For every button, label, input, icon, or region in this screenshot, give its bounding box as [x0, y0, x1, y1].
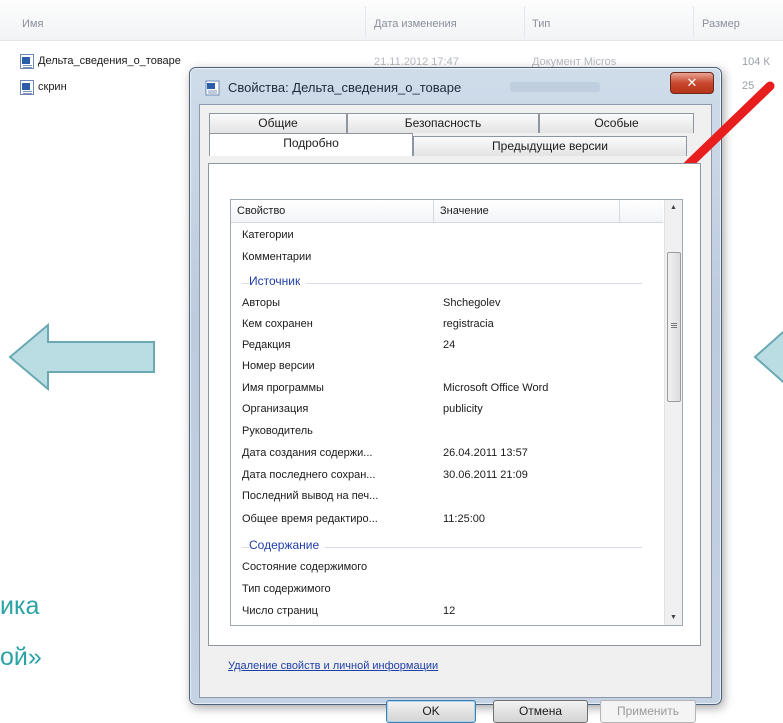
- vertical-scrollbar[interactable]: ▲ ▼: [664, 200, 682, 625]
- property-value: 12: [443, 605, 456, 617]
- property-name: Организация: [242, 403, 309, 415]
- tab-custom[interactable]: Особые: [539, 113, 694, 133]
- column-separator: [693, 6, 694, 38]
- column-type[interactable]: Тип: [532, 18, 550, 30]
- tab-security[interactable]: Безопасность: [347, 113, 539, 133]
- property-name: Авторы: [242, 297, 280, 309]
- header-value[interactable]: Значение: [440, 205, 489, 217]
- property-row[interactable]: Номер версии: [242, 358, 652, 376]
- property-row[interactable]: Категории: [242, 227, 652, 245]
- scroll-down-arrow-icon[interactable]: ▼: [670, 614, 677, 621]
- ok-button[interactable]: OK: [386, 700, 476, 723]
- property-value: registracia: [443, 318, 494, 330]
- word-document-icon: [20, 79, 34, 95]
- properties-dialog: Свойства: Дельта_сведения_о_товаре ✕ Общ…: [189, 67, 722, 723]
- property-value: 11:25:00: [443, 513, 486, 525]
- file-name: скрин: [38, 81, 67, 93]
- dialog-title: Свойства: Дельта_сведения_о_товаре: [228, 80, 462, 95]
- file-size: 25: [742, 80, 755, 92]
- property-row[interactable]: Последний вывод на печ...: [242, 488, 652, 506]
- group-source: Источник: [242, 272, 652, 290]
- property-name: Общее время редактиро...: [242, 513, 378, 525]
- property-name: Состояние содержимого: [242, 561, 368, 573]
- list-header: Свойство Значение: [231, 200, 663, 223]
- property-row[interactable]: Кем сохранен registracia: [242, 316, 652, 334]
- property-value: 26.04.2011 13:57: [443, 447, 528, 459]
- word-document-icon: [20, 53, 34, 69]
- dialog-client-area: Общие Безопасность Особые Подробно Преды…: [199, 104, 712, 723]
- tab-details[interactable]: Подробно: [209, 133, 413, 156]
- property-value: 24: [443, 339, 456, 351]
- column-date[interactable]: Дата изменения: [374, 18, 457, 30]
- scroll-grip-icon: [671, 323, 677, 324]
- property-name: Руководитель: [242, 425, 313, 437]
- title-bar-blur: [510, 82, 600, 92]
- tab-general[interactable]: Общие: [209, 113, 347, 133]
- scroll-up-arrow-icon[interactable]: ▲: [670, 204, 677, 211]
- group-label: Источник: [249, 274, 307, 288]
- column-name[interactable]: Имя: [22, 18, 43, 30]
- property-row[interactable]: Общее время редактиро... 11:25:00: [242, 511, 652, 529]
- column-separator: [365, 6, 366, 38]
- file-row[interactable]: скрин: [20, 78, 67, 96]
- slide-text: ой»: [0, 643, 42, 671]
- property-value: Shchegolev: [443, 297, 501, 309]
- property-value: Microsoft Office Word: [443, 382, 549, 394]
- file-name: Дельта_сведения_о_товаре: [38, 55, 181, 67]
- property-name: Дата создания содержи...: [242, 447, 373, 459]
- property-row[interactable]: Дата создания содержи... 26.04.2011 13:5…: [242, 445, 652, 463]
- property-name: Категории: [242, 229, 294, 241]
- property-name: Редакция: [242, 339, 291, 351]
- property-name: Комментарии: [242, 251, 312, 263]
- property-name: Дата последнего сохран...: [242, 469, 376, 481]
- header-property[interactable]: Свойство: [237, 205, 285, 217]
- property-name: Тип содержимого: [242, 583, 331, 595]
- property-name: Кем сохранен: [242, 318, 313, 330]
- details-tab-panel: Свойство Значение Категории Комментарии …: [208, 163, 701, 646]
- group-content: Содержание: [242, 536, 652, 554]
- property-name: Номер версии: [242, 360, 315, 372]
- column-separator: [524, 6, 525, 38]
- header-separator: [619, 200, 620, 222]
- slide-text: ика: [0, 592, 40, 620]
- property-name: Последний вывод на печ...: [242, 490, 379, 502]
- property-row[interactable]: Комментарии: [242, 249, 652, 267]
- remove-properties-link[interactable]: Удаление свойств и личной информации: [228, 660, 438, 672]
- property-name: Имя программы: [242, 382, 324, 394]
- property-value: publicity: [443, 403, 483, 415]
- property-row[interactable]: Состояние содержимого: [242, 559, 652, 577]
- explorer-column-header: Имя Дата изменения Тип Размер: [0, 0, 783, 41]
- header-separator: [433, 200, 434, 222]
- property-row[interactable]: Организация publicity: [242, 401, 652, 419]
- right-arrow-icon: [753, 330, 783, 384]
- column-size[interactable]: Размер: [702, 18, 740, 30]
- properties-list[interactable]: Свойство Значение Категории Комментарии …: [230, 199, 683, 626]
- property-row[interactable]: Авторы Shchegolev: [242, 295, 652, 313]
- left-arrow-icon: [8, 322, 155, 392]
- file-row[interactable]: Дельта_сведения_о_товаре: [20, 52, 181, 70]
- file-size: 104 К: [742, 56, 770, 68]
- close-button[interactable]: ✕: [670, 72, 714, 94]
- property-row[interactable]: Редакция 24: [242, 337, 652, 355]
- property-row[interactable]: Дата последнего сохран... 30.06.2011 21:…: [242, 467, 652, 485]
- property-row[interactable]: Число страниц 12: [242, 603, 652, 621]
- property-row[interactable]: Имя программы Microsoft Office Word: [242, 380, 652, 398]
- word-document-icon: [205, 80, 220, 96]
- scrollbar-thumb[interactable]: [667, 252, 681, 402]
- tab-previous-versions[interactable]: Предыдущие версии: [413, 136, 687, 156]
- property-row[interactable]: Руководитель: [242, 423, 652, 441]
- group-label: Содержание: [249, 538, 326, 552]
- property-value: 30.06.2011 21:09: [443, 469, 528, 481]
- property-row[interactable]: Тип содержимого: [242, 581, 652, 599]
- property-name: Число страниц: [242, 605, 318, 617]
- apply-button[interactable]: Применить: [600, 700, 696, 723]
- cancel-button[interactable]: Отмена: [493, 700, 588, 723]
